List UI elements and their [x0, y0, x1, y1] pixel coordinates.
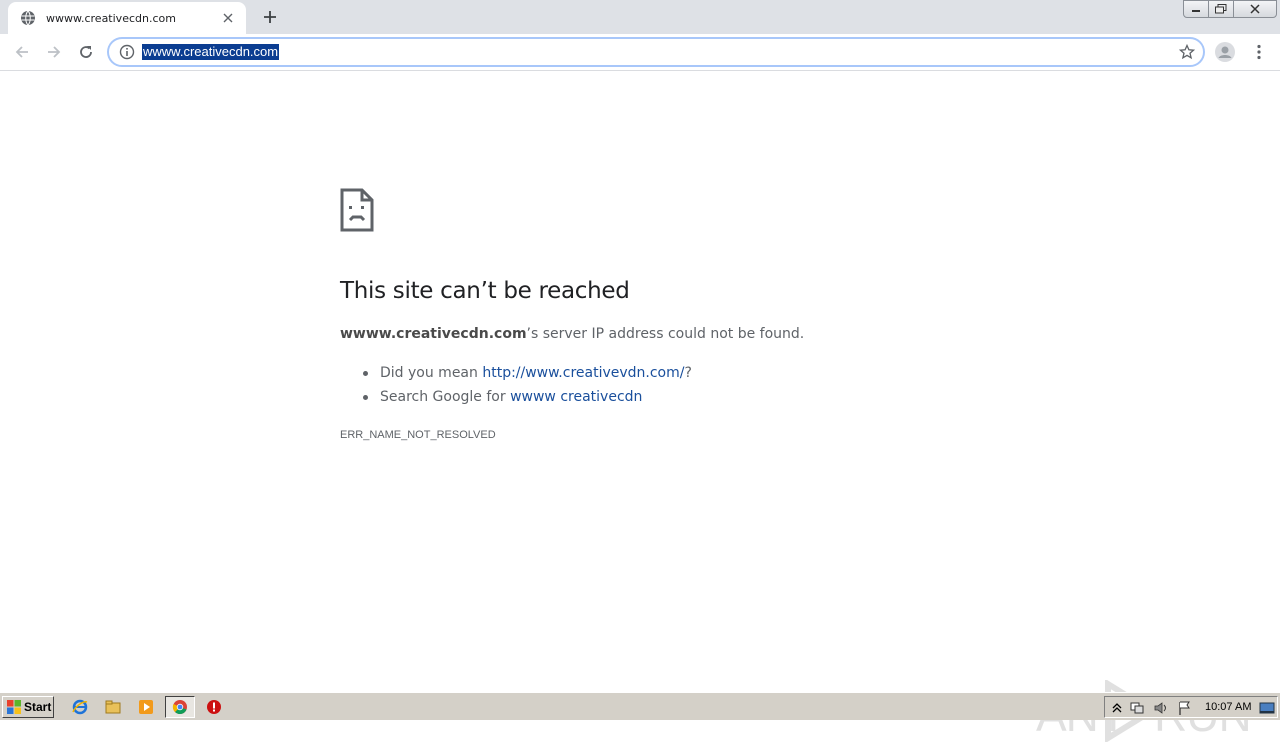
tray-expand-icon[interactable]	[1109, 700, 1125, 716]
error-page: This site can’t be reached wwww.creative…	[0, 72, 1280, 742]
error-desc-suffix: ’s server IP address could not be found.	[526, 326, 805, 342]
show-desktop-icon[interactable]	[1259, 700, 1275, 716]
did-you-mean-link[interactable]: http://www.creativevdn.com/	[482, 365, 684, 381]
search-google-link[interactable]: wwww creativecdn	[510, 389, 642, 405]
tab-title: wwww.creativecdn.com	[46, 11, 176, 25]
address-bar[interactable]: wwww.creativecdn.com	[108, 38, 1204, 66]
list-item: Did you mean http://www.creativevdn.com/…	[362, 364, 692, 388]
chrome-taskbar-icon[interactable]	[165, 696, 195, 718]
error-code: ERR_NAME_NOT_RESOLVED	[340, 429, 496, 441]
media-player-icon[interactable]	[137, 698, 155, 716]
browser-tab[interactable]: wwww.creativecdn.com	[8, 2, 246, 34]
windows-logo-icon	[7, 700, 21, 714]
info-icon[interactable]	[119, 44, 135, 60]
volume-icon[interactable]	[1153, 700, 1169, 716]
minimize-icon[interactable]	[1183, 0, 1209, 18]
suggestion1-suffix: ?	[684, 365, 692, 381]
system-tray: 10:07 AM	[1104, 696, 1278, 718]
taskbar-clock[interactable]: 10:07 AM	[1205, 701, 1251, 713]
back-arrow-icon[interactable]	[10, 40, 34, 64]
error-description: wwww.creativecdn.com’s server IP address…	[340, 326, 804, 342]
stop-app-icon[interactable]	[205, 698, 223, 716]
restore-icon[interactable]	[1208, 0, 1234, 18]
sad-page-icon	[340, 188, 374, 232]
profile-avatar-icon[interactable]	[1215, 42, 1235, 62]
reload-icon[interactable]	[74, 40, 98, 64]
globe-icon	[21, 10, 35, 26]
action-center-flag-icon[interactable]	[1177, 700, 1193, 716]
error-host: wwww.creativecdn.com	[340, 326, 527, 342]
network-icon[interactable]	[1129, 700, 1145, 716]
suggestion2-prefix: Search Google for	[380, 389, 511, 405]
forward-arrow-icon[interactable]	[42, 40, 66, 64]
address-url-text[interactable]: wwww.creativecdn.com	[142, 44, 280, 60]
file-explorer-icon[interactable]	[104, 698, 122, 716]
start-label: Start	[24, 700, 52, 714]
taskbar: Start 10:07 AM	[0, 692, 1280, 720]
list-item: Search Google for wwww creativecdn	[362, 388, 692, 412]
kebab-menu-icon[interactable]	[1249, 42, 1269, 62]
tab-strip: wwww.creativecdn.com	[0, 0, 1280, 34]
browser-toolbar: wwww.creativecdn.com	[0, 34, 1280, 71]
suggestion1-prefix: Did you mean	[380, 365, 483, 381]
error-title: This site can’t be reached	[340, 278, 630, 304]
suggestions-list: Did you mean http://www.creativevdn.com/…	[362, 364, 692, 412]
internet-explorer-icon[interactable]	[71, 698, 89, 716]
tab-close-icon[interactable]	[220, 10, 236, 26]
new-tab-plus-icon[interactable]	[258, 7, 282, 27]
start-button[interactable]: Start	[2, 696, 54, 718]
window-close-icon[interactable]	[1233, 0, 1277, 18]
bookmark-star-icon[interactable]	[1179, 44, 1195, 60]
